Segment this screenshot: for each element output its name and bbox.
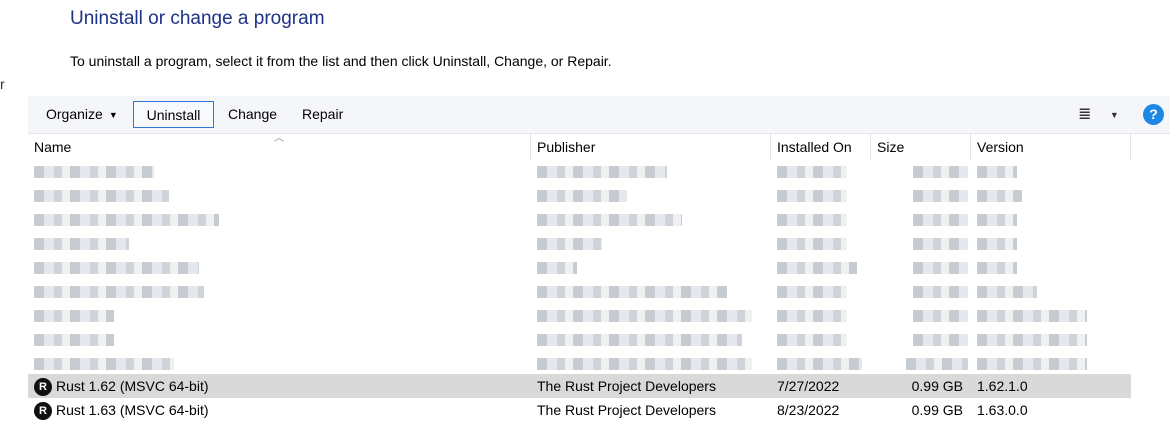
program-version: 1.63.0.0: [977, 402, 1028, 418]
list-item-obscured[interactable]: [28, 256, 1170, 280]
obscured-size: [913, 334, 968, 346]
change-button[interactable]: Change: [216, 101, 289, 128]
obscured-version: [977, 262, 1017, 274]
program-installed-on: 7/27/2022: [777, 378, 840, 394]
obscured-size: [913, 214, 968, 226]
obscured-name: [34, 238, 129, 250]
obscured-date: [777, 238, 847, 250]
obscured-publisher: [537, 262, 577, 274]
obscured-version: [977, 214, 1017, 226]
obscured-name: [34, 190, 169, 202]
column-header-name[interactable]: Name ︿: [28, 133, 531, 160]
program-installed-on: 8/23/2022: [777, 402, 840, 418]
page-title: Uninstall or change a program: [70, 8, 325, 29]
obscured-publisher: [537, 358, 752, 370]
obscured-size: [913, 238, 968, 250]
obscured-name: [34, 286, 204, 298]
obscured-size: [913, 286, 968, 298]
column-header-row: Name ︿ Publisher Installed On Size Versi…: [28, 133, 1170, 160]
list-item-obscured[interactable]: [28, 304, 1170, 328]
obscured-size: [913, 166, 968, 178]
obscured-date: [777, 190, 847, 202]
obscured-size: [913, 310, 968, 322]
column-header-version[interactable]: Version: [971, 134, 1131, 160]
list-item-obscured[interactable]: [28, 208, 1170, 232]
list-item-obscured[interactable]: [28, 232, 1170, 256]
obscured-date: [777, 214, 847, 226]
details-view-icon: ≣: [1078, 106, 1092, 123]
list-item-obscured[interactable]: [28, 328, 1170, 352]
obscured-publisher: [537, 286, 727, 298]
list-item-obscured[interactable]: [28, 352, 1170, 374]
obscured-date: [777, 166, 847, 178]
obscured-publisher: [537, 238, 602, 250]
program-row-rust-1-62[interactable]: R Rust 1.62 (MSVC 64-bit) The Rust Projec…: [28, 374, 1131, 398]
obscured-size: [913, 190, 968, 202]
organize-label: Organize: [46, 106, 103, 122]
program-size: 0.99 GB: [911, 402, 963, 418]
program-list: R Rust 1.62 (MSVC 64-bit) The Rust Projec…: [28, 160, 1170, 422]
obscured-name: [34, 358, 174, 370]
obscured-publisher: [537, 166, 667, 178]
obscured-version: [977, 310, 1087, 322]
list-item-obscured[interactable]: [28, 280, 1170, 304]
program-publisher: The Rust Project Developers: [537, 378, 716, 394]
obscured-size: [913, 262, 968, 274]
obscured-publisher: [537, 310, 752, 322]
rust-logo-icon: R: [34, 402, 52, 421]
chevron-down-icon: ▼: [108, 110, 118, 120]
obscured-version: [977, 238, 1017, 250]
obscured-name: [34, 166, 154, 178]
obscured-name: [34, 214, 219, 226]
uninstall-button[interactable]: Uninstall: [133, 101, 214, 128]
list-item-obscured[interactable]: [28, 184, 1170, 208]
program-size: 0.99 GB: [911, 378, 963, 394]
obscured-name: [34, 334, 114, 346]
view-options-button[interactable]: ≣ ▼: [1078, 101, 1126, 128]
toolbar: Organize ▼ Uninstall Change Repair ≣ ▼ ?: [28, 96, 1170, 134]
program-name: Rust 1.63 (MSVC 64-bit): [56, 402, 209, 418]
obscured-date: [777, 334, 847, 346]
chevron-down-icon: ▼: [1109, 110, 1119, 120]
obscured-publisher: [537, 334, 742, 346]
column-header-publisher[interactable]: Publisher: [531, 134, 771, 160]
sidebar-edge-text: r: [0, 76, 5, 92]
rust-logo-icon: R: [34, 378, 52, 397]
obscured-version: [977, 334, 1087, 346]
column-header-size[interactable]: Size: [871, 134, 971, 160]
organize-button[interactable]: Organize ▼: [34, 101, 130, 128]
sort-ascending-icon: ︿: [274, 133, 284, 144]
obscured-size: [906, 358, 968, 370]
help-icon[interactable]: ?: [1143, 104, 1164, 125]
column-header-installed-on[interactable]: Installed On: [771, 134, 871, 160]
obscured-version: [977, 358, 1087, 370]
obscured-date: [777, 310, 847, 322]
repair-button[interactable]: Repair: [290, 101, 355, 128]
program-row-rust-1-63[interactable]: R Rust 1.63 (MSVC 64-bit) The Rust Projec…: [28, 398, 1170, 422]
page-instructions: To uninstall a program, select it from t…: [70, 53, 612, 69]
obscured-name: [34, 310, 114, 322]
program-version: 1.62.1.0: [977, 378, 1028, 394]
program-publisher: The Rust Project Developers: [537, 402, 716, 418]
obscured-date: [777, 286, 847, 298]
obscured-name: [34, 262, 199, 274]
obscured-publisher: [537, 190, 627, 202]
program-name: Rust 1.62 (MSVC 64-bit): [56, 378, 209, 394]
obscured-version: [977, 190, 1022, 202]
list-item-obscured[interactable]: [28, 160, 1170, 184]
obscured-date: [777, 262, 857, 274]
obscured-version: [977, 166, 1017, 178]
obscured-publisher: [537, 214, 682, 226]
obscured-date: [777, 358, 862, 370]
obscured-version: [977, 286, 1037, 298]
